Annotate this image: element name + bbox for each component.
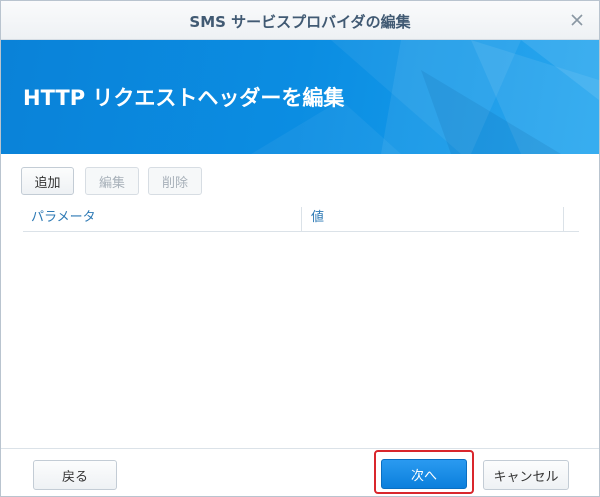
header-banner: HTTP リクエストヘッダーを編集 <box>1 40 599 154</box>
back-button[interactable]: 戻る <box>33 460 117 490</box>
edit-sms-provider-dialog: SMS サービスプロバイダの編集 HTTP リクエストヘッダーを編集 追加 編集… <box>0 0 600 497</box>
column-divider[interactable] <box>563 207 564 231</box>
column-header-value[interactable]: 値 <box>303 204 563 231</box>
title-bar[interactable]: SMS サービスプロバイダの編集 <box>1 1 599 40</box>
cancel-button[interactable]: キャンセル <box>483 460 569 490</box>
next-button-highlight <box>374 450 474 494</box>
close-icon <box>571 14 583 26</box>
banner-title: HTTP リクエストヘッダーを編集 <box>23 86 345 110</box>
window-title: SMS サービスプロバイダの編集 <box>189 13 411 31</box>
grid-header: パラメータ 値 <box>23 204 579 232</box>
delete-button[interactable]: 削除 <box>148 167 202 195</box>
dialog-footer: 戻る 次へ キャンセル <box>1 448 599 496</box>
grid-body[interactable] <box>23 232 579 447</box>
edit-button[interactable]: 編集 <box>85 167 139 195</box>
column-header-parameter[interactable]: パラメータ <box>23 204 301 231</box>
close-button[interactable] <box>565 8 589 32</box>
add-button[interactable]: 追加 <box>21 167 74 195</box>
column-divider[interactable] <box>301 207 302 231</box>
